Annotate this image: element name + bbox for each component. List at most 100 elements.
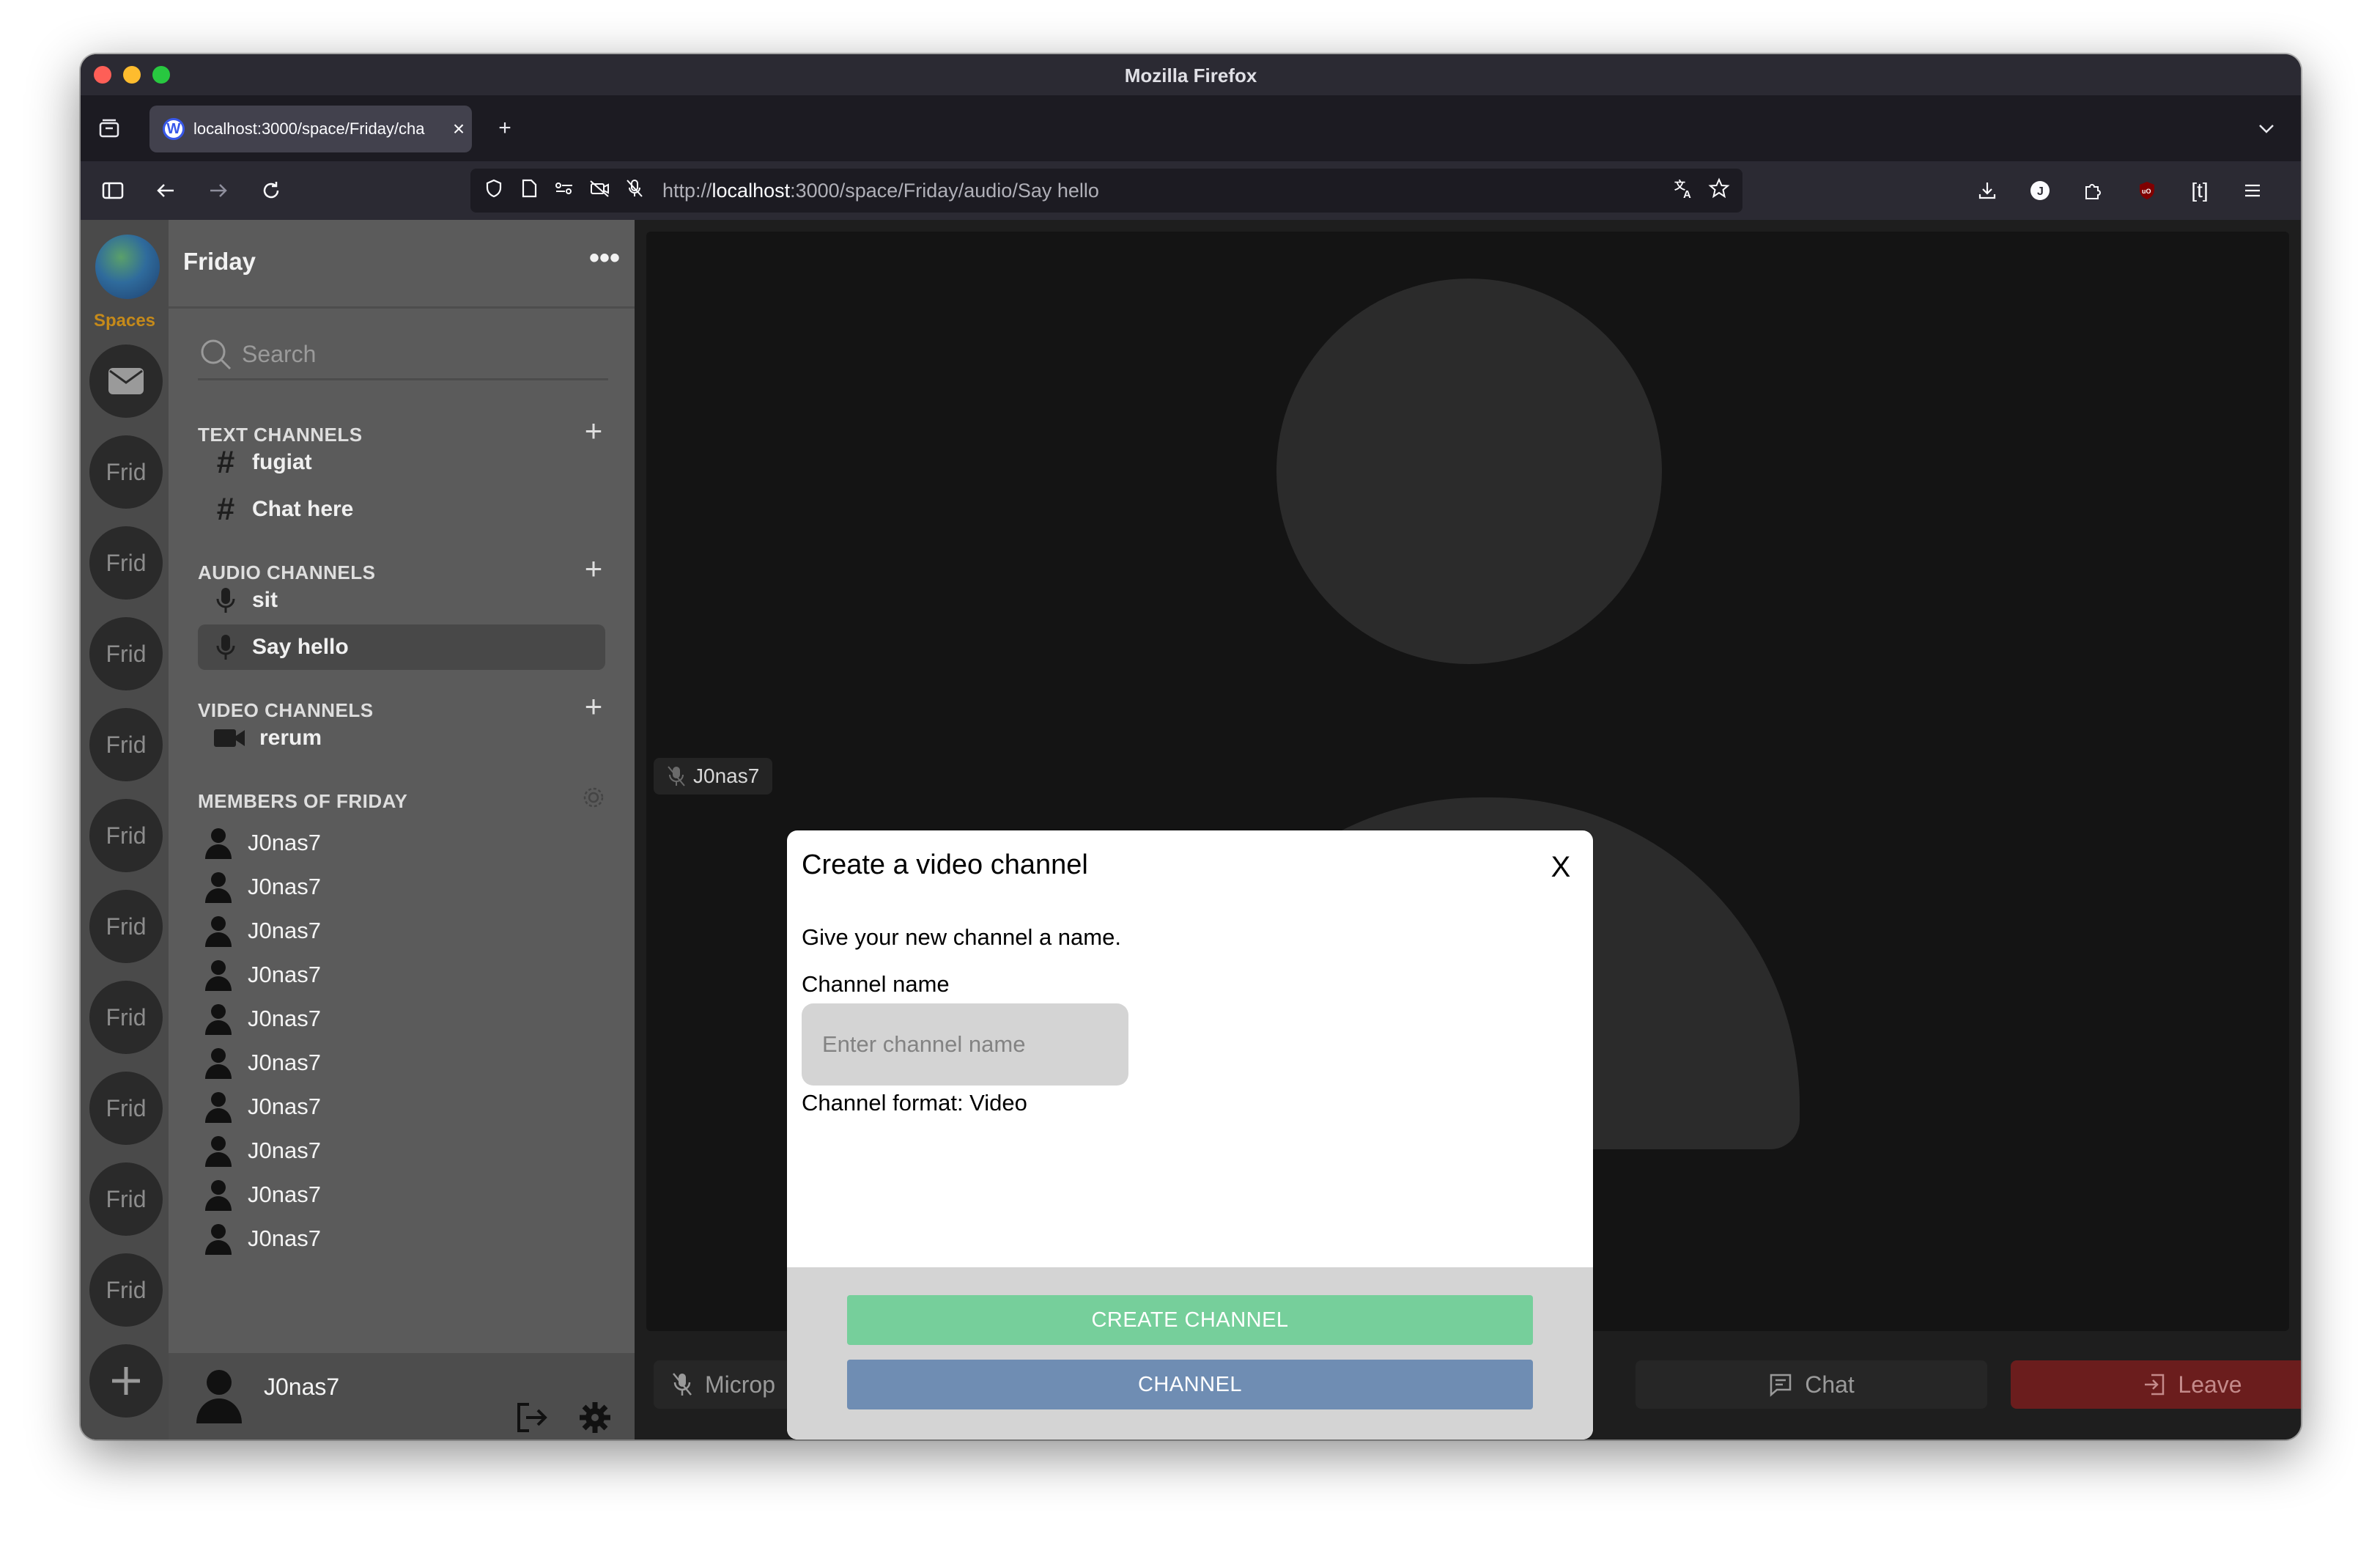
modal-close-button[interactable]: X [1543,849,1578,885]
member-item[interactable]: J0nas7 [198,1130,321,1171]
extension-j-icon[interactable]: J [2022,173,2058,208]
bracket-t-icon[interactable]: [t] [2182,173,2217,208]
member-item[interactable]: J0nas7 [198,1174,321,1215]
space-button[interactable]: Frid [89,617,163,690]
member-item[interactable]: J0nas7 [198,1218,321,1259]
microphone-blocked-icon[interactable] [617,178,652,204]
menu-hamburger-icon[interactable] [2235,173,2270,208]
channel-label: sit [252,588,278,612]
tab-bar: W localhost:3000/space/Friday/cha × + [81,95,2301,161]
member-item[interactable]: J0nas7 [198,954,321,995]
reload-icon[interactable] [254,173,289,208]
microphone-muted-icon [673,1373,692,1396]
space-button[interactable]: Frid [89,1253,163,1327]
text-channel-item[interactable]: # fugiat [198,440,605,485]
channel-name-input[interactable] [802,1003,1128,1086]
logout-icon[interactable] [513,1398,551,1437]
browser-tab[interactable]: W localhost:3000/space/Friday/cha × [149,106,472,152]
user-icon [198,1223,239,1255]
ublock-icon[interactable]: uO [2129,173,2165,208]
shield-icon[interactable] [476,178,511,204]
url-bar[interactable]: http://localhost:3000/space/Friday/audio… [470,169,1742,213]
chat-button[interactable]: Chat [1636,1360,1987,1409]
user-icon [198,1179,239,1211]
current-user-name: J0nas7 [264,1374,340,1400]
hash-icon: # [216,444,235,480]
space-button[interactable]: Frid [89,799,163,872]
member-item[interactable]: J0nas7 [198,866,321,907]
current-user-bar: J0nas7 [169,1353,635,1440]
participant-avatar-head [1276,279,1662,664]
title-bar: Mozilla Firefox [81,54,2301,96]
bookmark-star-icon[interactable] [1701,177,1737,204]
channel-button[interactable]: CHANNEL [847,1360,1533,1409]
space-button[interactable]: Frid [89,708,163,781]
chat-label: Chat [1805,1371,1855,1398]
modal-footer: CREATE CHANNEL CHANNEL [787,1267,1593,1440]
member-item[interactable]: J0nas7 [198,1086,321,1127]
video-channel-item[interactable]: rerum [198,715,605,761]
audio-channel-item-active[interactable]: Say hello [198,624,605,670]
user-icon [198,915,239,947]
space-button[interactable]: Frid [89,981,163,1054]
member-name: J0nas7 [248,962,321,987]
permissions-icon[interactable] [547,178,582,204]
text-channel-item[interactable]: # Chat here [198,487,605,532]
url-text[interactable]: http://localhost:3000/space/Friday/audio… [662,180,1099,202]
member-item[interactable]: J0nas7 [198,910,321,951]
space-button[interactable]: Frid [89,1162,163,1236]
page-icon[interactable] [511,178,547,204]
channel-format-text: Channel format: Video [802,1090,1027,1116]
more-options-icon[interactable]: ••• [589,242,620,275]
leave-button[interactable]: Leave [2011,1360,2301,1409]
member-item[interactable]: J0nas7 [198,1042,321,1083]
chat-bubble-icon [1770,1374,1792,1397]
user-icon [198,959,239,991]
downloads-icon[interactable] [1970,173,2005,208]
microphone-icon [211,586,240,615]
settings-gear-icon[interactable] [576,1398,614,1437]
member-settings-gear-icon[interactable] [576,780,611,815]
plus-icon [112,1367,140,1395]
channels-sidebar: Friday ••• Search TEXT CHANNELS + # fugi… [169,220,635,1440]
space-button[interactable]: Frid [89,435,163,509]
audio-channel-item[interactable]: sit [198,578,605,623]
messages-button[interactable] [89,344,163,418]
microphone-muted-icon [668,766,685,786]
back-arrow-icon[interactable] [148,173,183,208]
url-host: localhost [712,179,791,202]
space-button[interactable]: Frid [89,890,163,963]
microphone-label: Microp [705,1371,776,1398]
modal-description: Give your new channel a name. [802,924,1121,950]
space-globe-avatar[interactable] [95,235,160,299]
svg-text:J: J [2037,185,2044,198]
extensions-puzzle-icon[interactable] [2075,173,2110,208]
translate-icon[interactable]: 文A [1666,177,1701,204]
space-button[interactable]: Frid [89,526,163,600]
search-field[interactable]: Search [198,330,608,380]
tab-overview-icon[interactable] [92,111,126,145]
spaces-sidebar: Spaces Frid Frid Frid Frid Frid Frid Fri… [81,220,169,1440]
navigation-bar: http://localhost:3000/space/Friday/audio… [81,161,2301,220]
camera-blocked-icon[interactable] [582,178,617,204]
member-item[interactable]: J0nas7 [198,822,321,863]
add-space-button[interactable] [89,1344,163,1418]
sidebar-toggle-icon[interactable] [95,173,130,208]
tab-close-icon[interactable]: × [446,117,472,141]
forward-arrow-icon[interactable] [201,173,236,208]
space-name: Friday [183,248,256,275]
space-button[interactable]: Frid [89,1072,163,1145]
member-item[interactable]: J0nas7 [198,998,321,1039]
leave-label: Leave [2178,1371,2242,1398]
create-channel-button[interactable]: CREATE CHANNEL [847,1295,1533,1345]
modal-title: Create a video channel [802,849,1088,880]
user-icon [198,1047,239,1079]
tab-list-chevron-icon[interactable] [2250,111,2283,145]
hash-icon: # [216,491,235,527]
channel-label: fugiat [252,450,312,474]
space-header: Friday ••• [169,220,635,309]
member-name: J0nas7 [248,1050,321,1075]
new-tab-icon[interactable]: + [488,111,522,145]
member-name: J0nas7 [248,1226,321,1251]
user-avatar-icon [196,1370,242,1423]
